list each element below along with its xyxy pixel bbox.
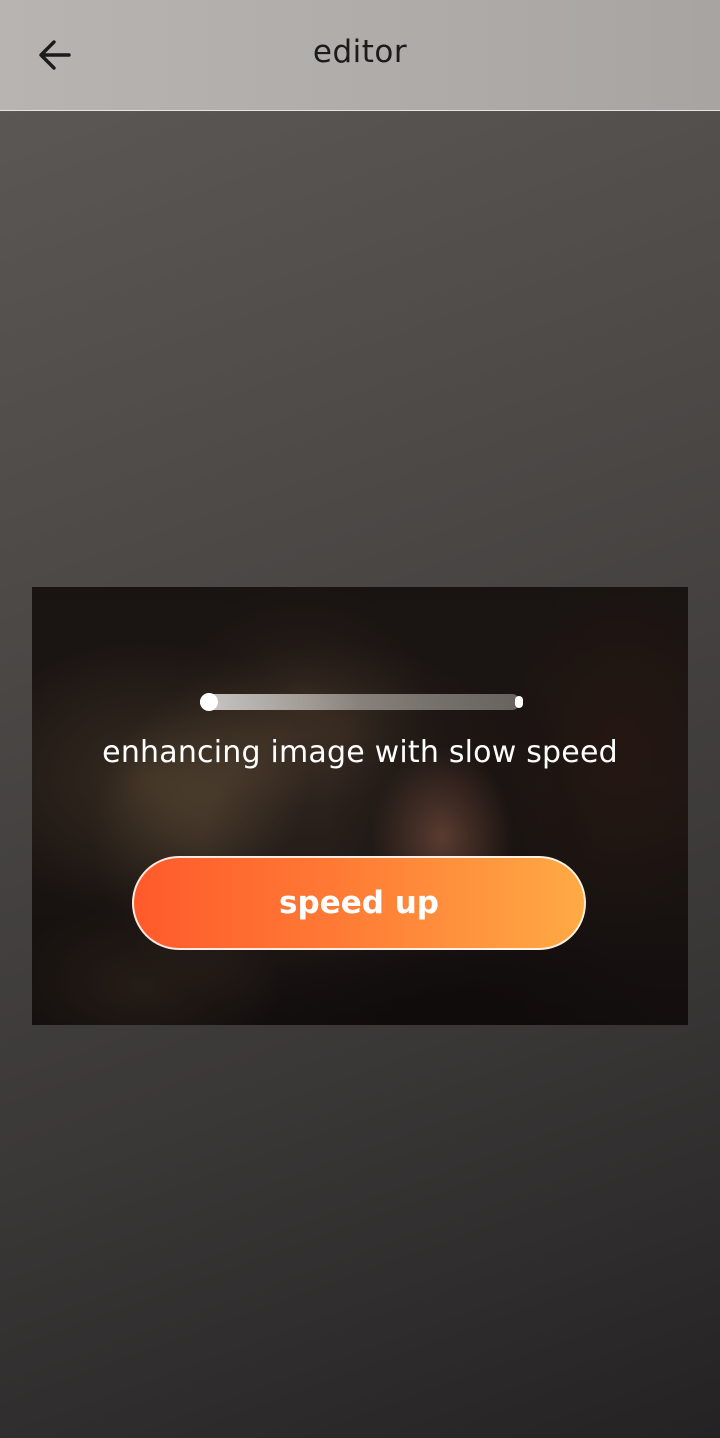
enhance-status-text: enhancing image with slow speed xyxy=(102,735,618,770)
editor-screen: editor enhancing image with slow speed s… xyxy=(0,0,720,1438)
top-app-bar: editor xyxy=(0,0,720,111)
page-title: editor xyxy=(312,34,408,70)
processing-overlay xyxy=(32,587,688,1025)
enhance-progress-bar xyxy=(200,693,523,711)
speed-up-button[interactable]: speed up xyxy=(132,856,586,950)
progress-end-cap xyxy=(515,696,523,708)
progress-indicator xyxy=(200,693,218,711)
image-preview: enhancing image with slow speed speed up xyxy=(32,587,688,1025)
